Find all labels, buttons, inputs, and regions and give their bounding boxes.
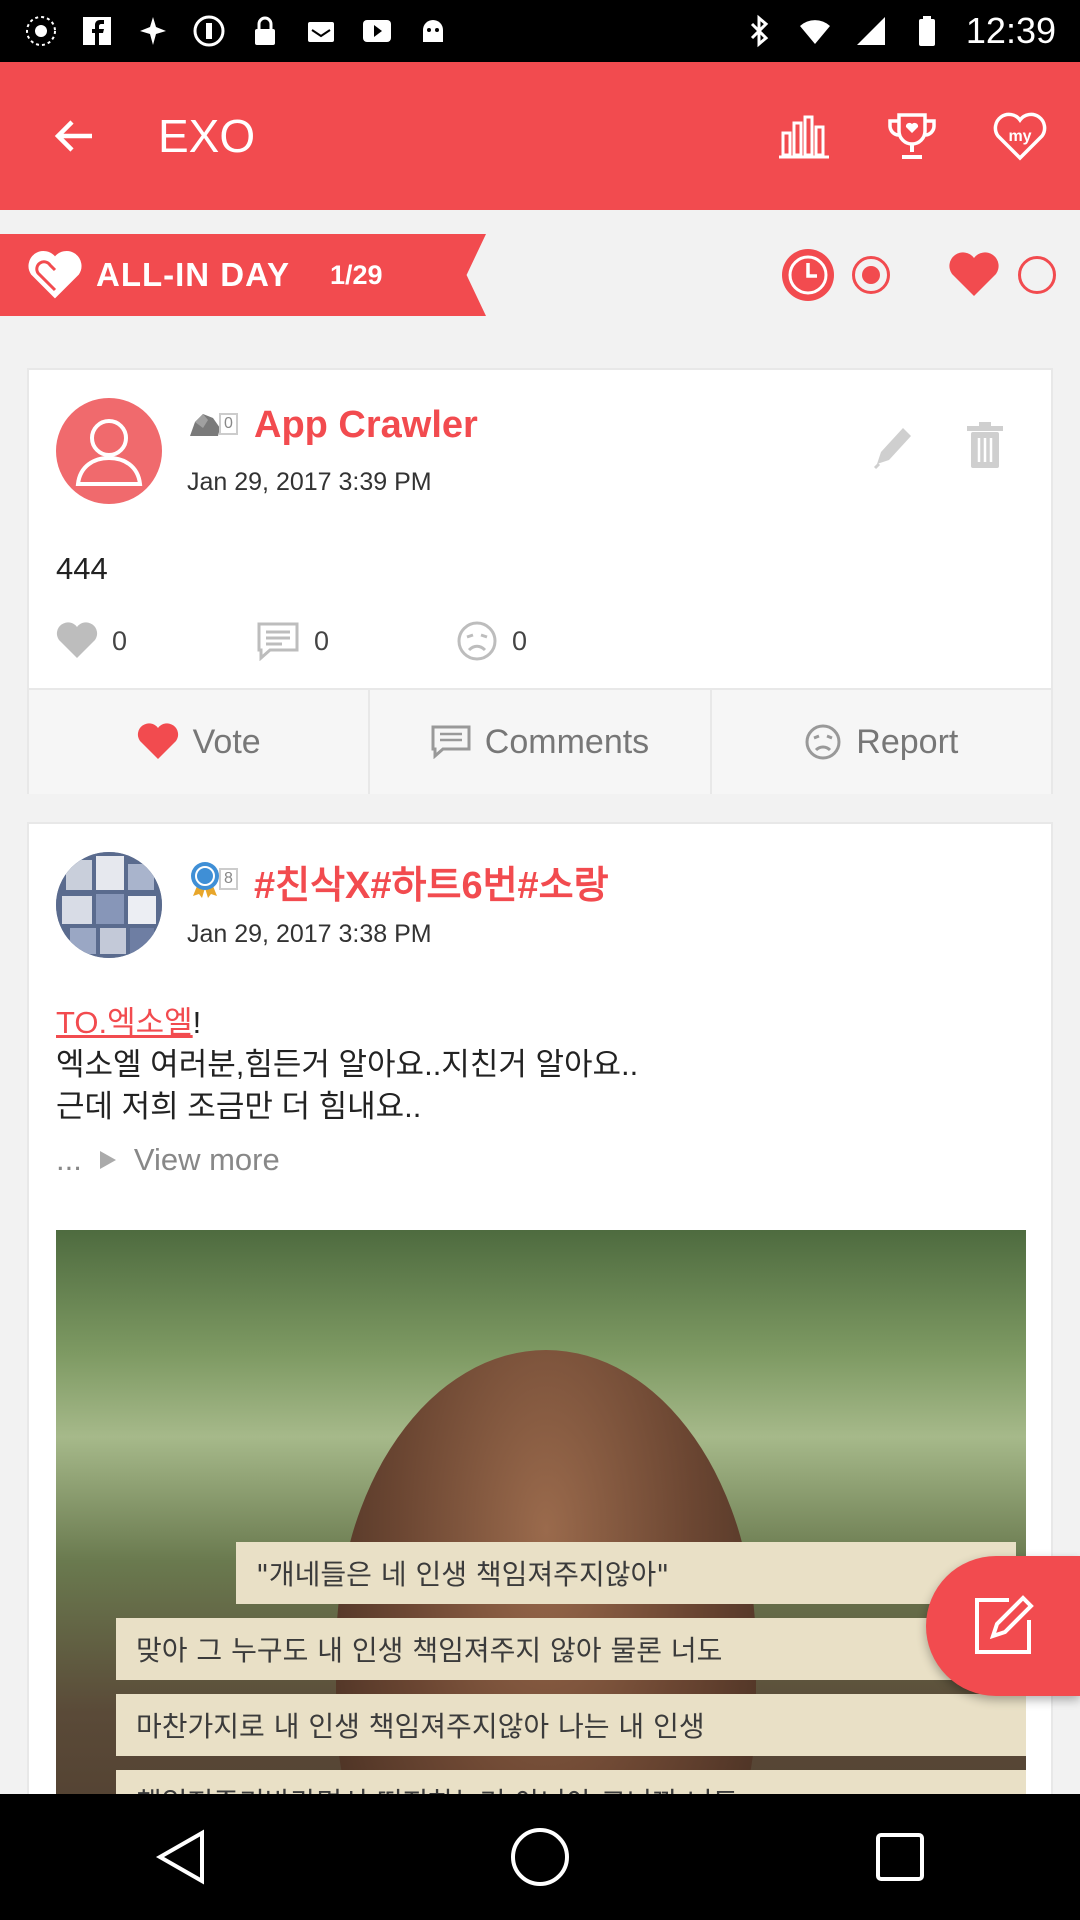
trophy-heart-icon	[888, 113, 936, 159]
banner-row: ALL-IN DAY 1/29	[0, 234, 1080, 316]
airplane-icon	[140, 17, 166, 45]
vote-button[interactable]: Vote	[29, 690, 371, 794]
circle-icon	[193, 15, 225, 47]
post-body: TO.엑소엘! 엑소엘 여러분,힘든거 알아요..지친거 알아요.. 근데 저희…	[56, 1002, 638, 1128]
level-number: 8	[219, 868, 238, 890]
sad-face-icon	[457, 621, 497, 661]
arrow-back-icon	[54, 120, 92, 152]
circle-home-icon	[511, 1828, 569, 1886]
android-icon	[423, 20, 443, 42]
app-bar: EXO my	[0, 62, 1080, 210]
post-line-3: 근데 저희 조금만 더 힘내요..	[56, 1089, 422, 1124]
notification-icon	[26, 16, 56, 46]
page-title: EXO	[158, 110, 256, 162]
chart-button[interactable]	[768, 100, 840, 172]
system-nav-bar	[0, 1794, 1080, 1920]
post-line-1-suffix: !	[192, 1005, 202, 1040]
sort-recent-radio[interactable]	[852, 256, 890, 294]
medal-icon	[191, 862, 219, 898]
post-link[interactable]: TO.엑소엘	[56, 1005, 193, 1040]
report-label: Report	[856, 722, 959, 761]
rock-icon	[190, 414, 220, 436]
trophy-button[interactable]	[876, 100, 948, 172]
svg-text:my: my	[1008, 128, 1031, 145]
heart-icon	[28, 251, 82, 299]
heart-my-icon: my	[993, 112, 1047, 161]
bluetooth-icon	[750, 14, 769, 48]
post-date: Jan 29, 2017 3:38 PM	[187, 920, 432, 948]
battery-icon	[918, 16, 935, 46]
back-button[interactable]	[0, 62, 148, 210]
nav-recents-button[interactable]	[855, 1812, 945, 1902]
avatar[interactable]	[56, 852, 162, 958]
heart-count-icon	[56, 622, 98, 658]
post-card: 8 #친삭X#하트6번#소랑 Jan 29, 2017 3:38 PM TO.엑…	[27, 822, 1053, 1920]
status-time: 12:39	[965, 10, 1056, 51]
banner-label: ALL-IN DAY	[96, 256, 290, 293]
post-card: 0 App Crawler Jan 29, 2017 3:39 PM 444 0…	[27, 368, 1053, 794]
image-caption-line: 마찬가지로 내 인생 책임져주지않아 나는 내 인생	[116, 1694, 1026, 1756]
comment-count-icon	[257, 622, 299, 661]
vote-label: Vote	[192, 722, 261, 761]
comments-button[interactable]: Comments	[370, 690, 712, 794]
level-badge: 8	[187, 860, 238, 898]
post-stats: 0 0 0	[56, 620, 656, 662]
banner-count: 1/29	[329, 259, 383, 290]
post-body: 444	[56, 551, 108, 586]
vote-count: 0	[112, 625, 128, 656]
edit-icon[interactable]	[867, 420, 915, 472]
ellipsis: ...	[56, 1142, 82, 1177]
delete-icon[interactable]	[961, 420, 1009, 472]
lock-icon	[255, 16, 275, 45]
avatar[interactable]	[56, 398, 162, 504]
image-caption-line: 맞아 그 누구도 내 인생 책임져주지 않아 물론 너도	[116, 1618, 1026, 1680]
signal-icon	[856, 17, 885, 45]
comments-label: Comments	[484, 722, 650, 761]
heart-sort-icon[interactable]	[948, 252, 1000, 298]
view-more-label: View more	[133, 1142, 280, 1177]
post-actions: Vote Comments Report	[29, 688, 1051, 794]
sad-face-icon	[805, 724, 841, 760]
play-arrow-icon	[99, 1151, 116, 1169]
my-hearts-button[interactable]: my	[984, 100, 1056, 172]
author-name[interactable]: App Crawler	[254, 404, 478, 447]
facebook-icon	[83, 17, 111, 45]
report-count: 0	[512, 625, 528, 656]
triangle-back-icon	[155, 1829, 204, 1885]
image-caption-line: "개네들은 네 인생 책임져주지않아"	[236, 1542, 1016, 1604]
level-number: 0	[219, 413, 238, 435]
post-line-2: 엑소엘 여러분,힘든거 알아요..지친거 알아요..	[56, 1047, 639, 1082]
post-date: Jan 29, 2017 3:39 PM	[187, 468, 432, 496]
wifi-icon	[799, 20, 830, 44]
comment-icon	[431, 725, 471, 759]
bar-chart-icon	[779, 115, 829, 159]
nav-home-button[interactable]	[495, 1812, 585, 1902]
report-button[interactable]: Report	[712, 690, 1051, 794]
write-post-button[interactable]	[926, 1556, 1080, 1696]
edit-note-icon	[975, 1595, 1034, 1654]
view-more-link[interactable]: ... View more	[56, 1142, 280, 1178]
level-badge: 0	[187, 408, 238, 440]
comment-count: 0	[314, 625, 330, 656]
sort-popular-radio[interactable]	[1018, 256, 1056, 294]
inbox-icon	[308, 22, 334, 42]
play-icon	[363, 20, 391, 42]
clock-icon[interactable]	[782, 249, 834, 301]
author-name[interactable]: #친삭X#하트6번#소랑	[254, 854, 609, 909]
heart-icon	[137, 723, 178, 759]
square-recents-icon	[876, 1833, 924, 1881]
all-in-day-banner[interactable]: ALL-IN DAY 1/29	[0, 234, 486, 316]
nav-back-button[interactable]	[135, 1812, 225, 1902]
status-bar: 12:39	[0, 0, 1080, 62]
